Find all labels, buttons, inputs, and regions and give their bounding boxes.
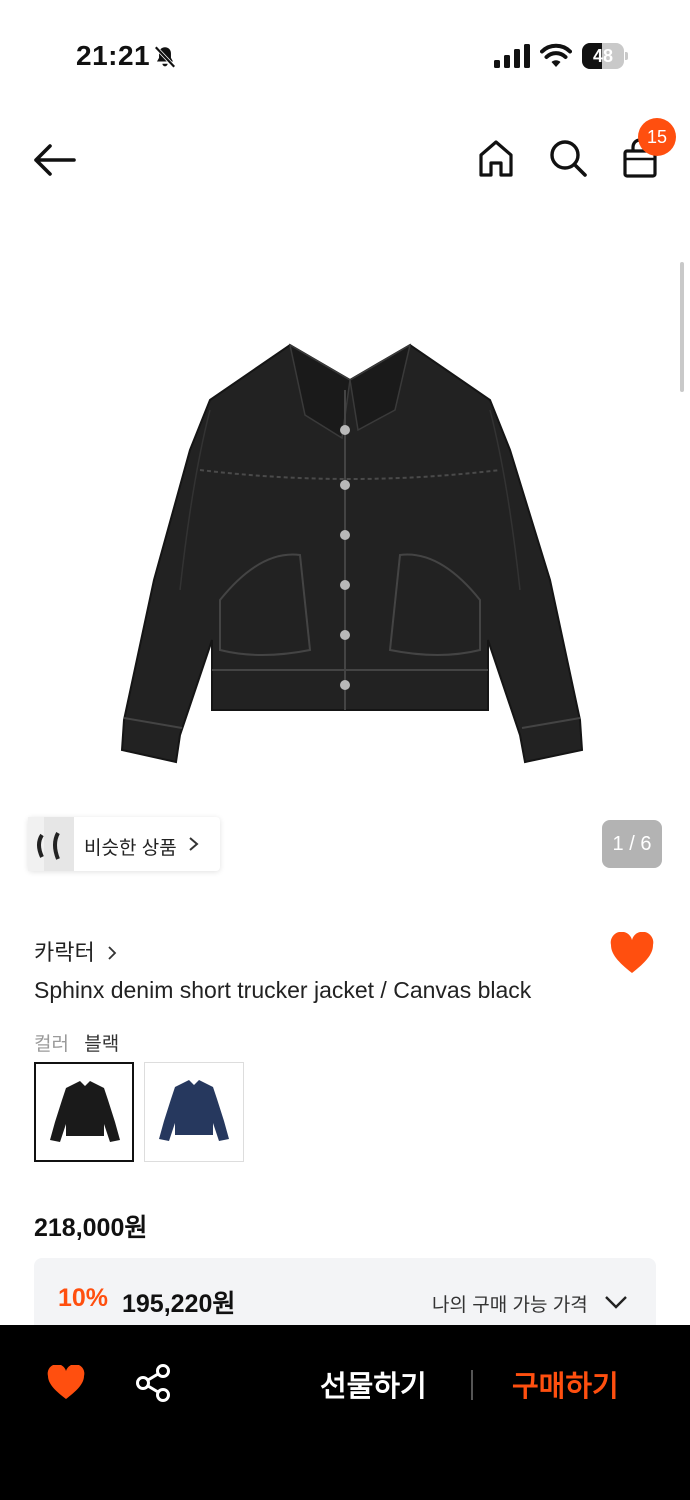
battery-percent: 48 [592,46,614,66]
my-price-label: 나의 구매 가능 가격 [432,1295,588,1316]
bell-off-icon [154,45,176,69]
wifi-icon [540,43,572,67]
brand-link[interactable]: 카락터 [34,935,117,965]
share-button[interactable] [134,1363,172,1403]
cart-count-badge: 15 [638,118,676,156]
discount-rate: 10% [58,1284,109,1312]
color-selector-label: 컬러 블랙 [34,1029,119,1056]
swatch-jacket-black [50,1081,120,1142]
my-price-toggle[interactable]: 나의 구매 가능 가격 [432,1290,628,1316]
search-button[interactable] [546,136,590,180]
chevron-down-icon [605,1296,627,1309]
bottom-action-bar: 선물하기 구매하기 [0,1325,690,1500]
gift-button[interactable]: 선물하기 [320,1363,427,1405]
back-button[interactable] [30,138,80,182]
discount-price: 195,220원 [122,1290,236,1318]
color-swatch-navy[interactable] [144,1062,244,1162]
scrollbar[interactable] [680,262,684,392]
top-nav [0,120,690,200]
color-label: 컬러 [34,1034,69,1055]
color-swatch-black[interactable] [34,1062,134,1162]
product-title: Sphinx denim short trucker jacket / Canv… [34,977,532,1003]
battery-icon: 48 [582,43,628,69]
like-heart-button[interactable] [608,932,656,976]
swatch-jacket-navy [159,1080,229,1141]
divider [471,1370,473,1400]
signal-icon [494,44,530,68]
brand-name: 카락터 [34,940,95,965]
chevron-right-icon [108,946,117,960]
buy-button[interactable]: 구매하기 [512,1363,619,1405]
home-button[interactable] [474,136,518,180]
original-price: 218,000원 [34,1214,148,1242]
image-page-indicator: 1 / 6 [602,820,662,868]
product-image[interactable] [110,330,590,780]
bottom-like-button[interactable] [46,1365,86,1401]
similar-thumbnails [28,817,74,871]
status-time: 21:21 [76,40,151,71]
similar-products-label: 비슷한 상품 [84,838,177,859]
color-value: 블랙 [84,1034,120,1055]
similar-products-button[interactable]: 비슷한 상품 [28,817,220,871]
status-bar: 21:21 48 [0,0,690,110]
chevron-right-icon [189,837,199,851]
